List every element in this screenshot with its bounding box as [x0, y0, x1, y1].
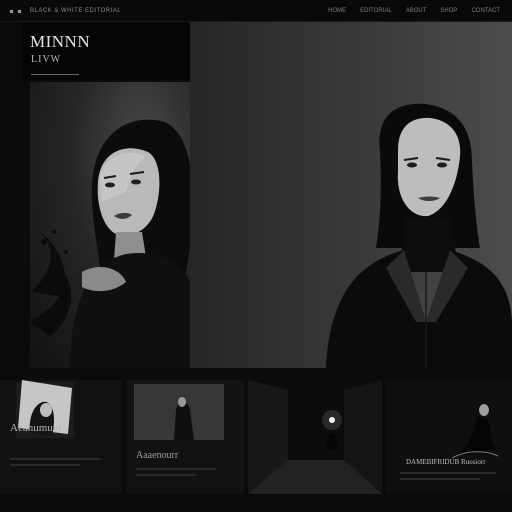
gallery-card-2[interactable]: Aaaenourr — [126, 380, 244, 494]
menu-dot — [10, 10, 13, 13]
hero-portrait-left[interactable] — [30, 82, 190, 368]
card-thumbnail-image — [248, 380, 382, 494]
nav-item-home[interactable]: HOME — [328, 8, 346, 14]
portrait-woman-suit-image — [326, 103, 512, 368]
main-nav: HOME EDITORIAL ABOUT SHOP CONTACT — [328, 8, 500, 14]
portrait-woman-image — [30, 119, 190, 368]
card-text-line — [400, 478, 480, 480]
hero-portrait-right[interactable] — [190, 22, 512, 368]
top-bar: BLACK & WHITE EDITORIAL HOME EDITORIAL A… — [0, 0, 512, 22]
gallery-card-3[interactable] — [248, 380, 382, 494]
gallery-card-1[interactable]: Aeanumunf — [0, 380, 122, 494]
card-text-line — [10, 458, 100, 460]
nav-item-editorial[interactable]: EDITORIAL — [360, 8, 392, 14]
site-name[interactable]: BLACK & WHITE EDITORIAL — [30, 8, 121, 14]
brand-subtitle: LIVW — [31, 54, 62, 65]
card-text-line — [400, 472, 496, 474]
nav-item-shop[interactable]: SHOP — [440, 8, 457, 14]
card-thumbnail-image — [126, 380, 244, 494]
gallery-card-4[interactable]: DAMEBIFRIDUB Ruosiorr — [386, 380, 512, 494]
card-text-line — [10, 464, 80, 466]
brand-title[interactable]: MINNN — [30, 32, 90, 52]
card-caption: DAMEBIFRIDUB Ruosiorr — [406, 458, 486, 466]
nav-item-contact[interactable]: CONTACT — [471, 8, 500, 14]
card-thumbnail-image — [386, 380, 512, 494]
menu-dots-icon[interactable] — [10, 10, 21, 13]
card-text-line — [136, 474, 196, 476]
menu-dot — [18, 10, 21, 13]
brand-block: MINNN LIVW — [22, 22, 190, 80]
card-thumbnail-image — [0, 380, 122, 494]
card-caption: Aaaenourr — [136, 450, 179, 461]
brand-divider — [31, 74, 79, 75]
card-caption: Aeanumunf — [10, 422, 62, 434]
nav-item-about[interactable]: ABOUT — [406, 8, 427, 14]
card-text-line — [136, 468, 216, 470]
